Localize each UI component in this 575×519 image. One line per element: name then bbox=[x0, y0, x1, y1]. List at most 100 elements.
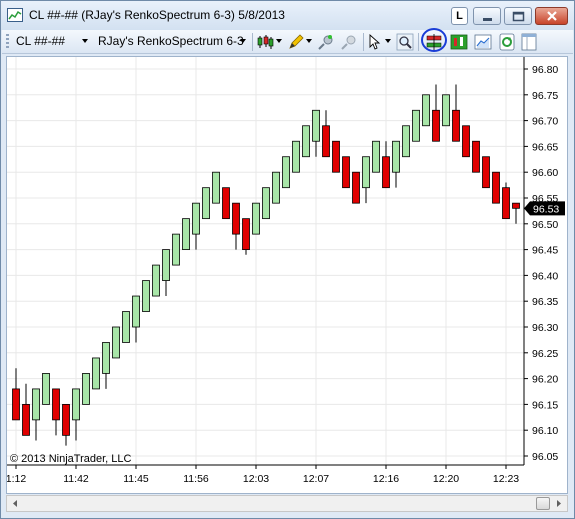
y-tick-label: 96.65 bbox=[532, 141, 558, 153]
candle-body bbox=[462, 125, 470, 158]
candle-body bbox=[192, 202, 200, 235]
y-tick-label: 96.10 bbox=[532, 425, 558, 437]
instrument-selector[interactable]: CL ##-## bbox=[16, 34, 65, 48]
chart-app-icon bbox=[7, 8, 23, 22]
y-tick-label: 96.45 bbox=[532, 245, 558, 257]
candle-body bbox=[442, 94, 450, 127]
title-bar[interactable]: CL ##-## (RJay's RenkoSpectrum 6-3) 5/8/… bbox=[1, 1, 574, 30]
copyright-text: © 2013 NinjaTrader, LLC bbox=[10, 453, 132, 465]
instrument-dropdown-arrow-icon[interactable] bbox=[82, 39, 88, 43]
scroll-right-arrow-icon[interactable] bbox=[551, 496, 567, 511]
price-chart[interactable]: 96.8096.7596.7096.6596.6096.5596.5096.45… bbox=[7, 57, 567, 493]
candle-body bbox=[32, 388, 40, 421]
data-box-icon[interactable] bbox=[450, 33, 468, 51]
y-tick-label: 96.50 bbox=[532, 219, 558, 231]
candle-body bbox=[332, 140, 340, 173]
toolbar-grip[interactable] bbox=[6, 34, 9, 50]
maximize-icon bbox=[512, 11, 525, 22]
candle-body bbox=[172, 233, 180, 266]
candle-body bbox=[122, 311, 130, 343]
x-tick-label: 12:16 bbox=[373, 473, 399, 485]
last-price-label: 96.53 bbox=[533, 203, 559, 215]
chart-style-selector[interactable]: RJay's RenkoSpectrum 6-3 bbox=[98, 34, 244, 48]
cursor-icon[interactable] bbox=[366, 33, 384, 51]
y-tick-label: 96.25 bbox=[532, 348, 558, 360]
pin-icon[interactable] bbox=[317, 33, 335, 51]
horizontal-scrollbar[interactable] bbox=[6, 495, 568, 512]
chart-window: CL ##-## (RJay's RenkoSpectrum 6-3) 5/8/… bbox=[0, 0, 575, 519]
candle-body bbox=[362, 156, 370, 189]
zoom-icon[interactable] bbox=[396, 33, 414, 51]
drawing-dropdown-arrow-icon[interactable] bbox=[306, 39, 312, 43]
y-tick-label: 96.20 bbox=[532, 374, 558, 386]
candlestick-icon[interactable] bbox=[256, 33, 274, 51]
chart-type-dropdown-arrow-icon[interactable] bbox=[276, 39, 282, 43]
candle-body bbox=[52, 388, 60, 421]
x-tick-label: 12:07 bbox=[303, 473, 329, 485]
y-tick-label: 96.30 bbox=[532, 322, 558, 334]
refresh-icon[interactable] bbox=[498, 33, 516, 51]
toolbar-separator bbox=[418, 33, 419, 51]
candle-body bbox=[482, 156, 490, 189]
candle-body bbox=[222, 187, 230, 220]
candle-body bbox=[472, 140, 480, 173]
x-tick-label: 12:20 bbox=[433, 473, 459, 485]
candle-body bbox=[292, 140, 300, 173]
candle-body bbox=[152, 264, 160, 297]
candle-body bbox=[282, 156, 290, 189]
candle-body bbox=[132, 295, 140, 328]
y-tick-label: 96.15 bbox=[532, 399, 558, 411]
candle-body bbox=[202, 187, 210, 220]
window-title: CL ##-## (RJay's RenkoSpectrum 6-3) 5/8/… bbox=[29, 8, 285, 22]
x-tick-label: 11:45 bbox=[123, 473, 149, 485]
toolbar-separator bbox=[252, 33, 253, 51]
minimize-icon bbox=[483, 18, 492, 21]
minimize-button[interactable] bbox=[473, 7, 501, 25]
chart-style-dropdown-arrow-icon[interactable] bbox=[240, 39, 246, 43]
chart-toolbar: CL ##-## RJay's RenkoSpectrum 6-3 bbox=[2, 30, 573, 54]
x-tick-label: 11:56 bbox=[183, 473, 209, 485]
pencil-icon[interactable] bbox=[287, 33, 305, 51]
candle-body bbox=[112, 326, 120, 359]
x-tick-label: 11:42 bbox=[63, 473, 89, 485]
candle-body bbox=[342, 156, 350, 189]
candle-body bbox=[182, 218, 190, 250]
toolbar-separator bbox=[363, 33, 364, 51]
scrollbar-thumb[interactable] bbox=[536, 497, 550, 510]
y-tick-label: 96.40 bbox=[532, 270, 558, 282]
candle-body bbox=[162, 249, 170, 281]
candle-body bbox=[102, 342, 110, 374]
candle-body bbox=[402, 125, 410, 158]
close-button[interactable] bbox=[535, 7, 568, 25]
candle-body bbox=[212, 171, 220, 204]
y-tick-label: 96.70 bbox=[532, 116, 558, 128]
candle-body bbox=[302, 125, 310, 158]
candle-body bbox=[22, 403, 30, 436]
y-tick-label: 96.75 bbox=[532, 90, 558, 102]
candle-body bbox=[252, 202, 260, 235]
candle-body bbox=[412, 109, 420, 142]
chart-properties-icon[interactable] bbox=[474, 33, 492, 51]
link-lock-button[interactable]: L bbox=[451, 7, 468, 25]
candle-body bbox=[262, 187, 270, 220]
window-icon[interactable] bbox=[520, 33, 538, 51]
y-tick-label: 96.35 bbox=[532, 296, 558, 308]
candle-body bbox=[352, 171, 360, 204]
close-icon bbox=[547, 11, 557, 21]
x-tick-label: 12:23 bbox=[493, 473, 519, 485]
chart-panel[interactable]: 96.80 96.75 96.70 96.65 96.60 96.55 96.50 96.45… bbox=[6, 56, 568, 494]
maximize-button[interactable] bbox=[504, 7, 532, 25]
scroll-left-arrow-icon[interactable] bbox=[7, 496, 23, 511]
candle-body bbox=[312, 109, 320, 142]
candle-body bbox=[42, 373, 50, 405]
candle-body bbox=[142, 280, 150, 312]
y-tick-label: 96.05 bbox=[532, 451, 558, 463]
magnet-icon[interactable] bbox=[340, 33, 358, 51]
candle-body bbox=[492, 171, 500, 204]
candle-body bbox=[502, 187, 510, 220]
candle-body bbox=[512, 202, 520, 209]
y-tick-label: 96.60 bbox=[532, 167, 558, 179]
cursor-dropdown-arrow-icon[interactable] bbox=[385, 39, 391, 43]
candle-body bbox=[452, 109, 460, 142]
candle-body bbox=[392, 140, 400, 173]
